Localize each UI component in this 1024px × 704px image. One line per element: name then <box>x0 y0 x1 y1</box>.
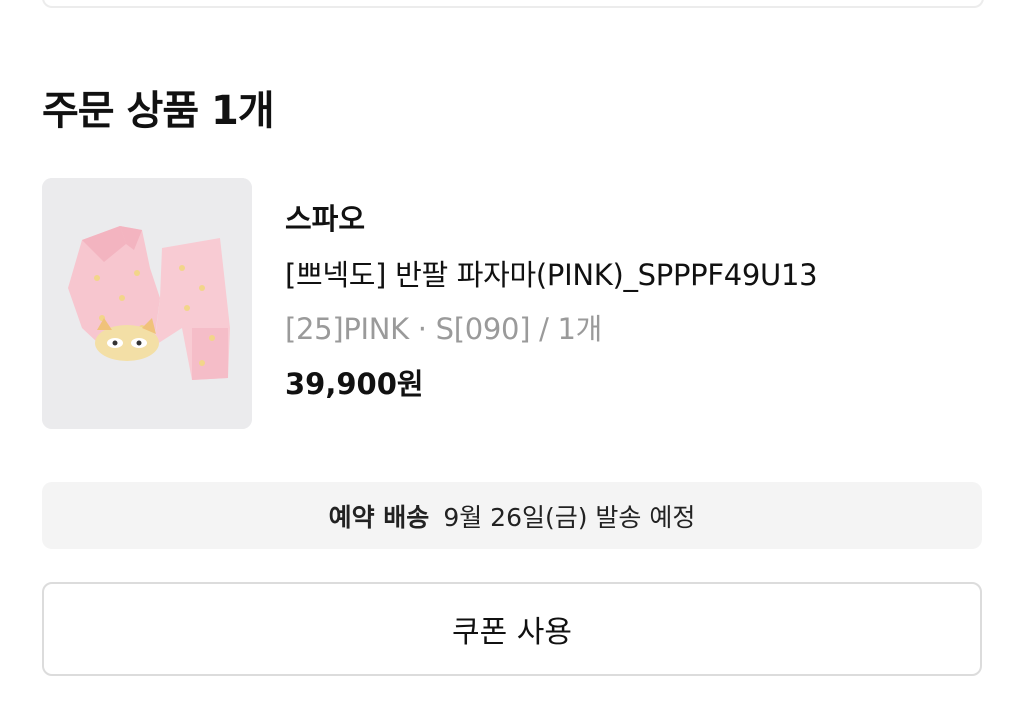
product-thumbnail[interactable] <box>42 178 252 429</box>
product-brand: 스파오 <box>285 202 366 236</box>
product-option: [25]PINK · S[090] / 1개 <box>285 312 603 346</box>
product-price: 39,900원 <box>285 367 424 401</box>
pink-pajama-set-icon <box>42 178 252 429</box>
product-info: 스파오 [쁘넥도] 반팔 파자마(PINK)_SPPPF49U13 [25]PI… <box>285 200 985 403</box>
order-items-title: 주문 상품 1개 <box>42 88 275 134</box>
product-name[interactable]: [쁘넥도] 반팔 파자마(PINK)_SPPPF49U13 <box>285 256 985 294</box>
shipping-label: 예약 배송 <box>328 502 430 532</box>
previous-card-edge <box>42 0 984 8</box>
reserved-shipping-banner: 예약 배송 9월 26일(금) 발송 예정 <box>42 482 982 549</box>
shipping-detail: 9월 26일(금) 발송 예정 <box>443 502 696 532</box>
coupon-use-button[interactable]: 쿠폰 사용 <box>42 582 982 676</box>
